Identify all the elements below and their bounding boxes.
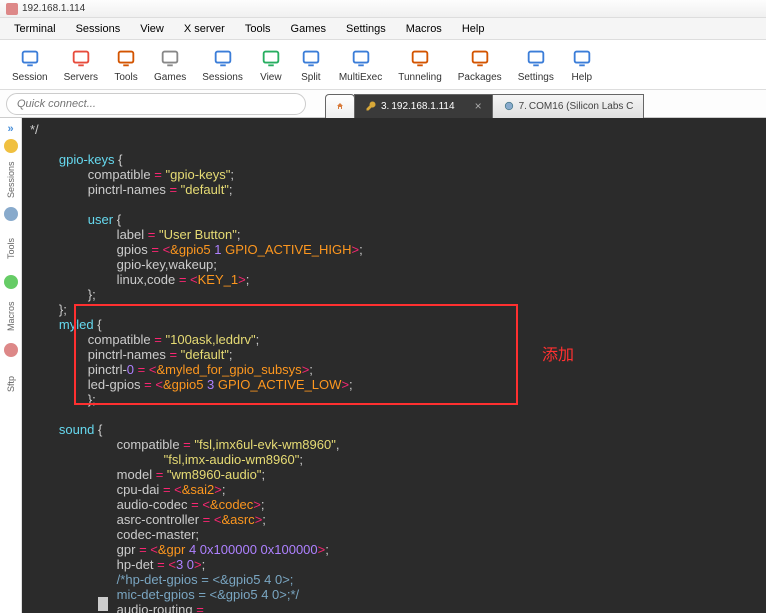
- tool-servers[interactable]: Servers: [56, 44, 106, 85]
- annotation-label: 添加: [542, 348, 574, 363]
- tab-label: COM16 (Silicon Labs C: [529, 101, 633, 112]
- sidebar-dot[interactable]: [4, 207, 18, 221]
- tool-games[interactable]: Games: [146, 44, 194, 85]
- tool-help[interactable]: Help: [562, 44, 602, 85]
- titlebar: 192.168.1.114: [0, 0, 766, 18]
- sidebar-expand[interactable]: »: [4, 122, 18, 136]
- sidebar-dot[interactable]: [4, 275, 18, 289]
- view-icon: [259, 46, 283, 70]
- tool-label: Session: [12, 72, 48, 83]
- tool-label: Packages: [458, 72, 502, 83]
- main-area: » Sessions Tools Macros Sftp */ gpio-keys {…: [0, 118, 766, 613]
- menu-view[interactable]: View: [130, 20, 174, 38]
- split-icon: [299, 46, 323, 70]
- tool-label: MultiExec: [339, 72, 382, 83]
- tool-session[interactable]: Session: [4, 44, 56, 85]
- menu-games[interactable]: Games: [281, 20, 336, 38]
- quick-connect-input[interactable]: [6, 93, 306, 115]
- settings-icon: [524, 46, 548, 70]
- app-icon: [6, 3, 18, 15]
- tool-tunneling[interactable]: Tunneling: [390, 44, 450, 85]
- sidebar-dot[interactable]: [4, 139, 18, 153]
- tool-label: Tunneling: [398, 72, 442, 83]
- sidebar-dot[interactable]: [4, 343, 18, 357]
- sidebar-sessions[interactable]: Sessions: [3, 160, 19, 200]
- tool-multiexec[interactable]: MultiExec: [331, 44, 390, 85]
- tool-settings[interactable]: Settings: [510, 44, 562, 85]
- games-icon: [158, 46, 182, 70]
- tab-session-inactive[interactable]: 7. COM16 (Silicon Labs C: [492, 94, 645, 118]
- tool-label: Games: [154, 72, 186, 83]
- tool-label: Tools: [114, 72, 137, 83]
- sidebar-macros[interactable]: Macros: [3, 296, 19, 336]
- tool-split[interactable]: Split: [291, 44, 331, 85]
- help-icon: [570, 46, 594, 70]
- tab-num: 7.: [519, 101, 527, 112]
- tab-session-active[interactable]: 3. 192.168.1.114 ×: [354, 94, 493, 118]
- serial-icon: [503, 100, 515, 112]
- menubar: TerminalSessionsViewX serverToolsGamesSe…: [0, 18, 766, 40]
- tool-packages[interactable]: Packages: [450, 44, 510, 85]
- servers-icon: [69, 46, 93, 70]
- tool-label: Help: [572, 72, 593, 83]
- menu-help[interactable]: Help: [452, 20, 495, 38]
- titlebar-text: 192.168.1.114: [22, 3, 85, 14]
- tunneling-icon: [408, 46, 432, 70]
- tools-icon: [114, 46, 138, 70]
- home-icon: [336, 99, 344, 113]
- menu-sessions[interactable]: Sessions: [66, 20, 131, 38]
- menu-x-server[interactable]: X server: [174, 20, 235, 38]
- tool-label: Servers: [64, 72, 98, 83]
- code-editor[interactable]: */ gpio-keys { compatible = "gpio-keys";…: [22, 118, 766, 613]
- tool-tools[interactable]: Tools: [106, 44, 146, 85]
- tool-label: Settings: [518, 72, 554, 83]
- toolbar: Session Servers Tools Games Sessions View Spli…: [0, 40, 766, 90]
- menu-tools[interactable]: Tools: [235, 20, 281, 38]
- packages-icon: [468, 46, 492, 70]
- sidebar-tools[interactable]: Tools: [3, 228, 19, 268]
- wrench-icon: [365, 100, 377, 112]
- sidebar-sftp[interactable]: Sftp: [3, 364, 19, 404]
- session-icon: [18, 46, 42, 70]
- sidebar: » Sessions Tools Macros Sftp: [0, 118, 22, 613]
- code-content: */ gpio-keys { compatible = "gpio-keys";…: [30, 122, 766, 613]
- tool-label: Sessions: [202, 72, 243, 83]
- menu-settings[interactable]: Settings: [336, 20, 396, 38]
- tool-label: View: [260, 72, 282, 83]
- menu-macros[interactable]: Macros: [396, 20, 452, 38]
- cursor: [98, 597, 108, 611]
- menu-terminal[interactable]: Terminal: [4, 20, 66, 38]
- tab-home[interactable]: [325, 94, 355, 118]
- tool-sessions[interactable]: Sessions: [194, 44, 251, 85]
- tab-close[interactable]: ×: [475, 99, 482, 113]
- tool-label: Split: [301, 72, 320, 83]
- tab-label: 192.168.1.114: [391, 101, 454, 112]
- quickbar: 3. 192.168.1.114 × 7. COM16 (Silicon Lab…: [0, 90, 766, 118]
- tab-num: 3.: [381, 101, 389, 112]
- multiexec-icon: [349, 46, 373, 70]
- chevron-right-icon: »: [7, 123, 13, 135]
- tool-view[interactable]: View: [251, 44, 291, 85]
- sessions-icon: [211, 46, 235, 70]
- tabbar: 3. 192.168.1.114 × 7. COM16 (Silicon Lab…: [306, 90, 760, 118]
